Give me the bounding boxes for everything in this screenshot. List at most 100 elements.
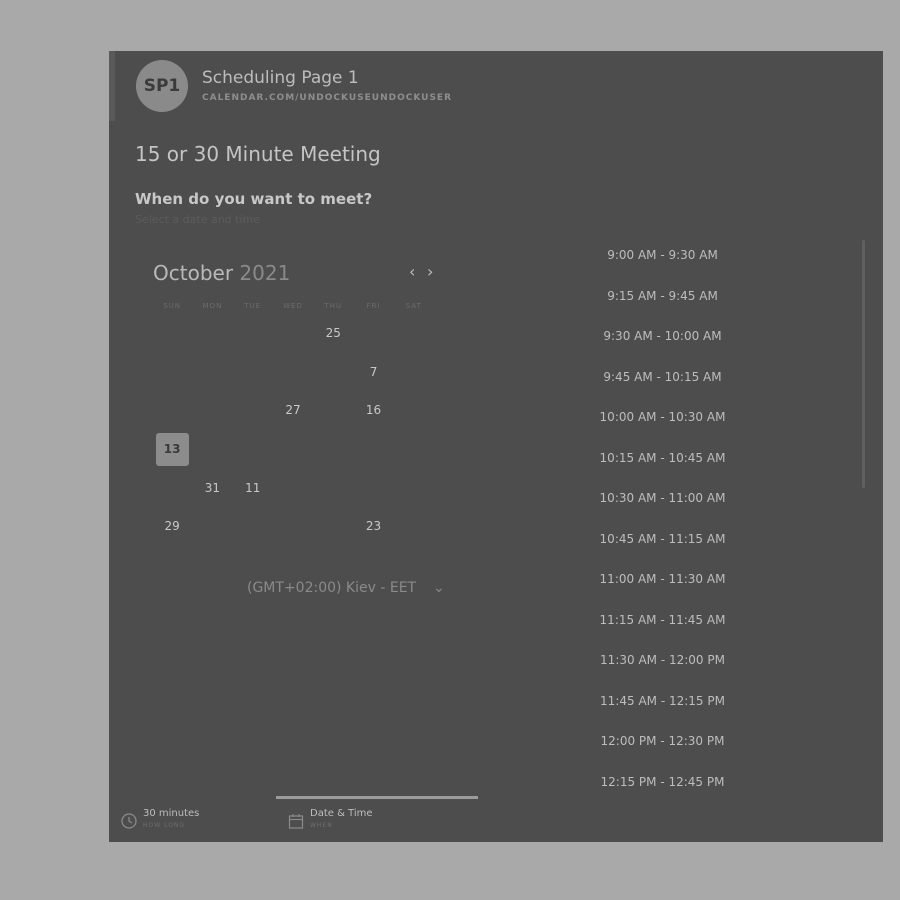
weekday-label: SAT [405, 302, 422, 310]
calendar-day [313, 468, 353, 507]
calendar-day [273, 468, 313, 507]
footer-date-time[interactable]: Date & Time WHEN [288, 808, 373, 829]
calendar-day [233, 507, 273, 546]
calendar-grid: 25 7 27 16 13 31 11 29 23 [152, 314, 434, 546]
calendar-day [313, 507, 353, 546]
calendar-day [394, 353, 434, 392]
date-subprompt: Select a date and time [135, 213, 261, 226]
scheduling-page-name: Scheduling Page 1 [202, 68, 359, 88]
calendar-day [273, 353, 313, 392]
month-year: 2021 [239, 261, 291, 285]
time-slot[interactable]: 9:30 AM - 10:00 AM [580, 316, 745, 357]
scheduling-page-url[interactable]: CALENDAR.COM/UNDOCKUSEUNDOCKUSER [202, 93, 452, 103]
calendar-day [353, 314, 393, 353]
calendar-day-number: 7 [369, 364, 378, 379]
clock-icon [121, 813, 137, 829]
sidebar-edge [109, 51, 115, 121]
time-slot[interactable]: 11:00 AM - 11:30 AM [580, 559, 745, 600]
weekday-header: SUN MON TUE WED THU FRI SAT [152, 302, 434, 310]
time-slot[interactable]: 12:00 PM - 12:30 PM [580, 721, 745, 762]
calendar-day-number: 13 [155, 432, 189, 466]
calendar-day [394, 314, 434, 353]
time-slot-list: 9:00 AM - 9:30 AM 9:15 AM - 9:45 AM 9:30 A… [580, 235, 745, 802]
next-month-icon[interactable]: › [427, 262, 433, 281]
chevron-down-icon[interactable]: ⌄ [433, 580, 445, 596]
footer-duration[interactable]: 30 minutes HOW LONG [121, 808, 199, 829]
calendar-day [192, 391, 232, 430]
timezone-select[interactable]: (GMT+02:00) Kiev - EET [247, 580, 416, 596]
calendar-week-row: 27 16 [152, 391, 434, 430]
calendar-day[interactable]: 27 [273, 391, 313, 430]
time-slot[interactable]: 11:45 AM - 12:15 PM [580, 681, 745, 722]
date-prompt: When do you want to meet? [135, 190, 373, 208]
calendar-day[interactable]: 23 [353, 507, 393, 546]
calendar-day-number: 27 [285, 403, 301, 418]
calendar-day [192, 430, 232, 469]
time-slot[interactable]: 9:45 AM - 10:15 AM [580, 357, 745, 398]
calendar-day [192, 507, 232, 546]
calendar-day [353, 468, 393, 507]
calendar-day[interactable]: 25 [313, 314, 353, 353]
calendar-day [152, 353, 192, 392]
calendar-day-number: 11 [245, 480, 261, 495]
time-slot[interactable]: 10:00 AM - 10:30 AM [580, 397, 745, 438]
time-slot[interactable]: 10:45 AM - 11:15 AM [580, 519, 745, 560]
calendar-day [394, 468, 434, 507]
previous-month-icon[interactable]: ‹ [409, 262, 415, 281]
weekday-label: THU [324, 302, 343, 310]
calendar-day [394, 507, 434, 546]
calendar-day [192, 353, 232, 392]
calendar-icon [288, 814, 304, 829]
calendar-day [233, 314, 273, 353]
duration-label: 30 minutes [143, 808, 200, 819]
duration-sublabel: HOW LONG [143, 822, 186, 829]
calendar-day[interactable]: 11 [233, 468, 273, 507]
avatar: SP1 [136, 60, 188, 112]
calendar-day[interactable]: 29 [152, 507, 192, 546]
calendar-day [152, 391, 192, 430]
calendar-day [152, 314, 192, 353]
calendar-day-number: 25 [325, 326, 341, 341]
calendar-day [152, 468, 192, 507]
calendar-day [273, 507, 313, 546]
calendar-day [192, 314, 232, 353]
calendar-day[interactable]: 7 [353, 353, 393, 392]
weekday-label: SUN [163, 302, 182, 310]
calendar-day-number: 16 [365, 403, 382, 418]
time-slot[interactable]: 11:15 AM - 11:45 AM [580, 600, 745, 641]
time-slot[interactable]: 9:00 AM - 9:30 AM [580, 235, 745, 276]
time-slot[interactable]: 10:15 AM - 10:45 AM [580, 438, 745, 479]
calendar-day [233, 353, 273, 392]
calendar-week-row: 7 [152, 353, 434, 392]
calendar-day-number: 23 [365, 519, 382, 534]
time-slot-scrollbar[interactable] [862, 240, 865, 488]
time-slot[interactable]: 9:15 AM - 9:45 AM [580, 276, 745, 317]
time-slot[interactable]: 11:30 AM - 12:00 PM [580, 640, 745, 681]
time-slot[interactable]: 10:30 AM - 11:00 AM [580, 478, 745, 519]
calendar-day [233, 430, 273, 469]
calendar-week-row: 31 11 [152, 468, 434, 507]
date-time-sublabel: WHEN [310, 822, 333, 829]
calendar-day [353, 430, 393, 469]
calendar-day [394, 391, 434, 430]
weekday-label: FRI [366, 302, 381, 310]
selected-calendar-day[interactable]: 13 [152, 430, 192, 469]
calendar-week-row: 13 [152, 430, 434, 469]
month-name: October [153, 261, 234, 285]
calendar-day [313, 430, 353, 469]
calendar-week-row: 29 23 [152, 507, 434, 546]
active-tab-indicator [276, 796, 478, 799]
calendar-day[interactable]: 31 [192, 468, 232, 507]
calendar-day-number: 29 [164, 519, 180, 534]
time-slot[interactable]: 12:15 PM - 12:45 PM [580, 762, 745, 803]
calendar-day [313, 391, 353, 430]
calendar-day-number: 31 [204, 480, 221, 495]
calendar-day [273, 430, 313, 469]
calendar-day[interactable]: 16 [353, 391, 393, 430]
calendar-day [233, 391, 273, 430]
calendar-day [394, 430, 434, 469]
weekday-label: MON [202, 302, 223, 310]
calendar-day [273, 314, 313, 353]
calendar-month-title: October 2021 [153, 261, 290, 285]
weekday-label: TUE [244, 302, 262, 310]
